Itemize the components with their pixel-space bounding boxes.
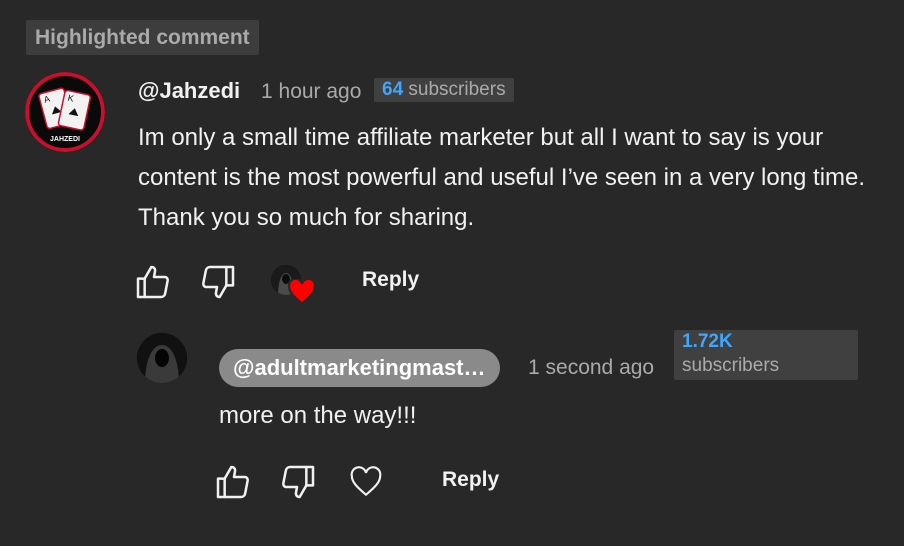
- highlighted-comment-label: Highlighted comment: [26, 20, 259, 55]
- thumb-up-icon: [136, 265, 169, 299]
- thumb-down-icon: [202, 265, 235, 299]
- comment-timestamp[interactable]: 1 hour ago: [261, 80, 361, 104]
- svg-text:JAHZEDI: JAHZEDI: [50, 136, 80, 143]
- creator-heart-button[interactable]: [271, 263, 317, 307]
- dislike-button[interactable]: [198, 262, 238, 302]
- comment-author-name[interactable]: @Jahzedi: [138, 78, 240, 104]
- author-avatar[interactable]: A K JAHZEDI: [25, 72, 105, 152]
- reply-heart-button[interactable]: [346, 462, 386, 502]
- subscriber-count-badge: 64 subscribers: [374, 78, 514, 102]
- reply-reply-button[interactable]: Reply: [442, 468, 499, 492]
- thumb-down-icon: [282, 465, 315, 499]
- like-button[interactable]: [133, 262, 173, 302]
- reply-like-button[interactable]: [213, 462, 253, 502]
- reply-subscriber-label: subscribers: [682, 355, 780, 376]
- reply-author-name[interactable]: @adultmarketingmast…: [219, 349, 500, 387]
- comment-text: Im only a small time affiliate marketer …: [138, 124, 866, 231]
- reply-dislike-button[interactable]: [278, 462, 318, 502]
- subscriber-count: 64: [382, 79, 404, 100]
- reply-subscriber-count: 1.72K: [682, 331, 733, 352]
- reply-button[interactable]: Reply: [362, 268, 419, 292]
- reply-text: more on the way!!!: [219, 402, 417, 429]
- reply-timestamp[interactable]: 1 second ago: [528, 356, 654, 380]
- heart-icon: [288, 279, 316, 305]
- subscriber-label: subscribers: [408, 79, 506, 100]
- heart-outline-icon: [350, 466, 382, 497]
- thumb-up-icon: [216, 465, 249, 499]
- playing-cards-logo-icon: A K JAHZEDI: [25, 72, 105, 152]
- reply-author-avatar[interactable]: [137, 333, 187, 383]
- hooded-figure-icon: [137, 333, 187, 383]
- reply-subscriber-count-badge: 1.72K subscribers: [674, 330, 858, 380]
